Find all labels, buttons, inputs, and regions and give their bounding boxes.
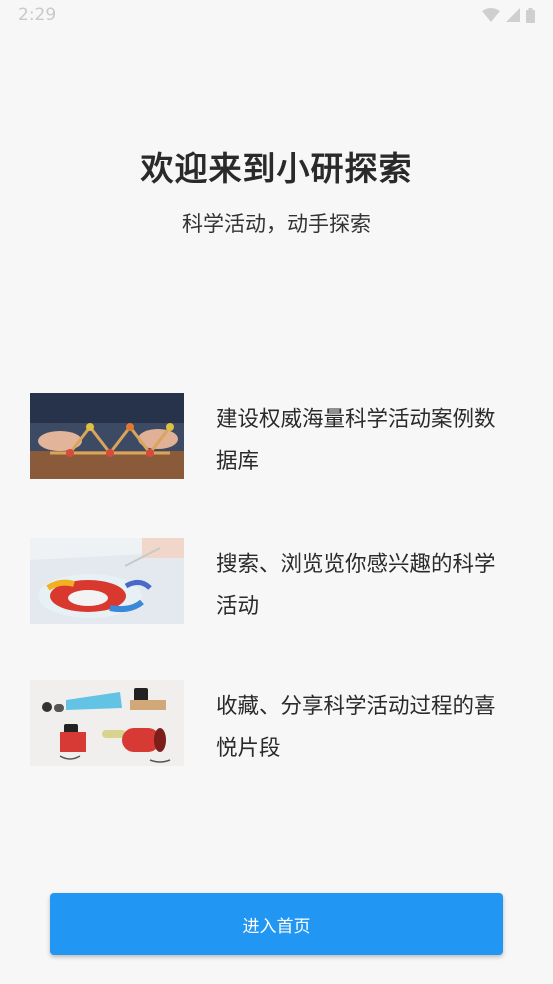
activity-photo-sound-tubes [30, 680, 184, 766]
page-title: 欢迎来到小研探索 [140, 149, 413, 188]
feature-item: 收藏、分享科学活动过程的喜悦片段 [30, 680, 525, 770]
activity-photo-building [30, 393, 184, 479]
status-bar: 2:29 [0, 0, 553, 30]
feature-text: 搜索、浏览览你感兴趣的科学活动 [216, 552, 496, 619]
status-icons [482, 7, 535, 23]
activity-photo-color-water [30, 538, 184, 624]
status-time: 2:29 [18, 5, 57, 25]
page-subtitle: 科学活动，动手探索 [182, 212, 371, 236]
feature-item: 建设权威海量科学活动案例数据库 [30, 393, 525, 483]
signal-icon [506, 8, 520, 22]
feature-text: 收藏、分享科学活动过程的喜悦片段 [216, 694, 496, 761]
enter-home-button[interactable]: 进入首页 [50, 893, 503, 955]
feature-text: 建设权威海量科学活动案例数据库 [216, 407, 496, 474]
battery-icon [526, 7, 535, 23]
wifi-icon [482, 8, 500, 22]
feature-item: 搜索、浏览览你感兴趣的科学活动 [30, 538, 525, 628]
